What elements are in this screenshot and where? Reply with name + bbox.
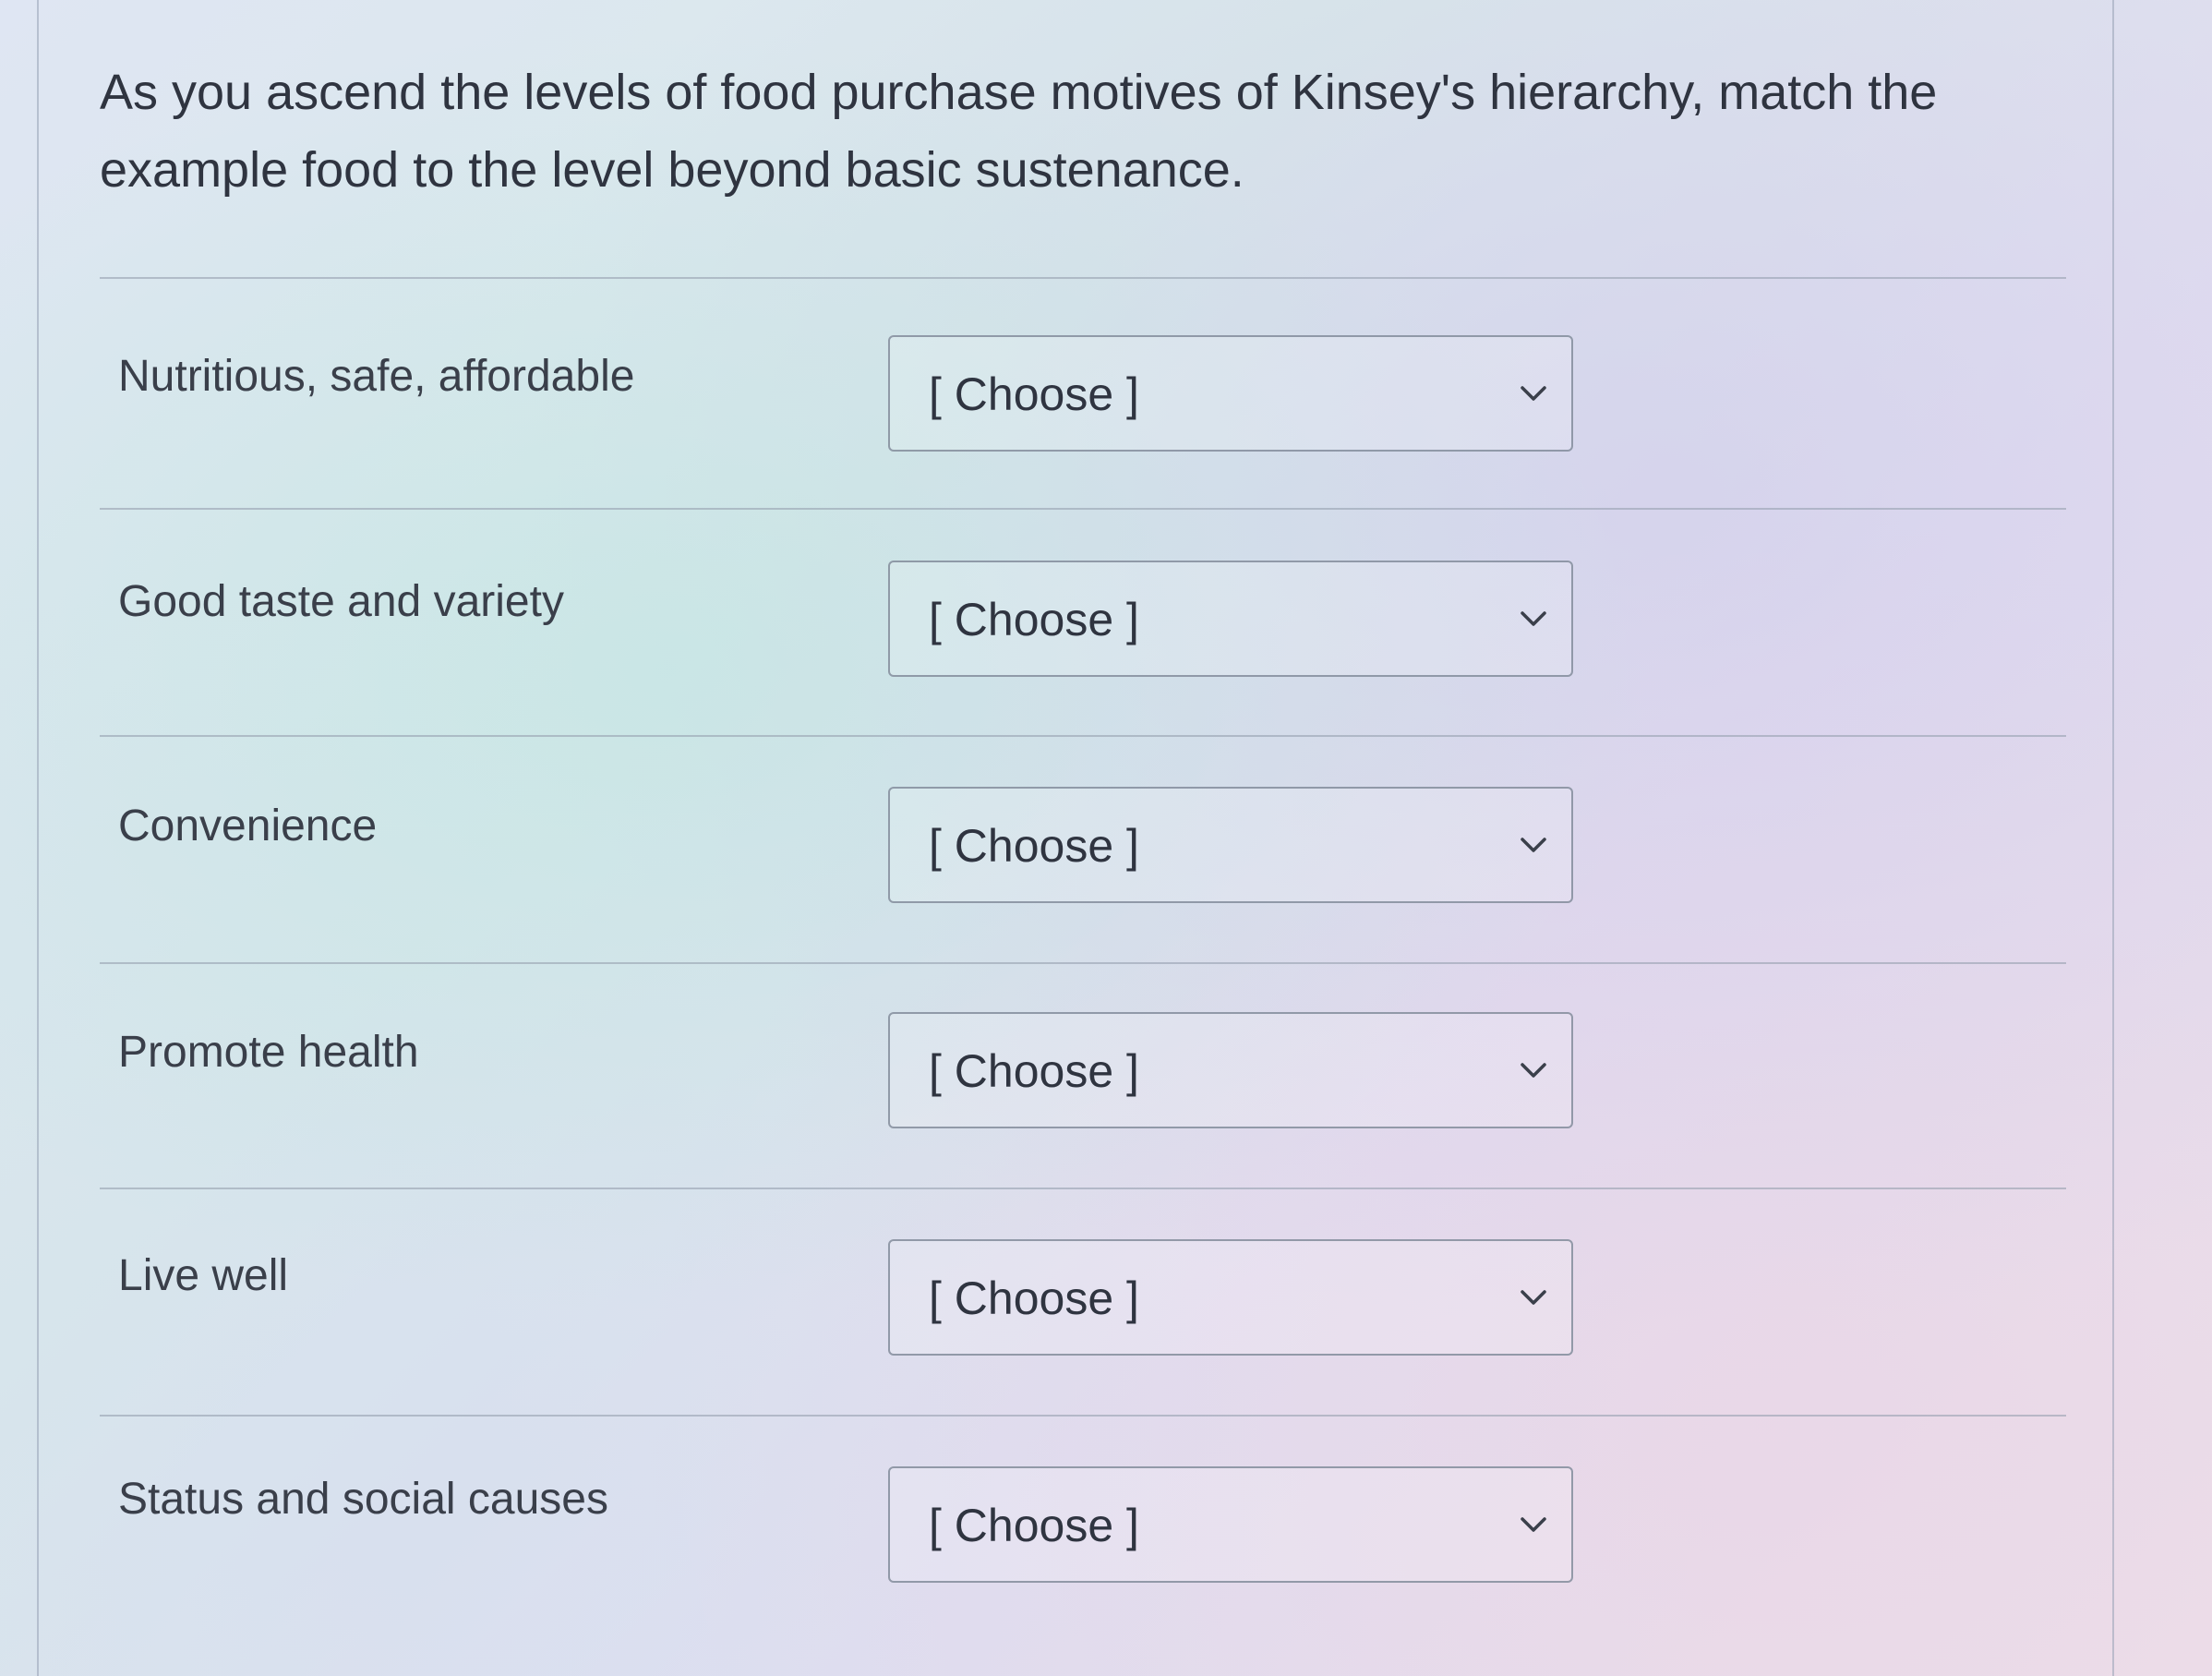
row-label-convenience: Convenience bbox=[118, 802, 378, 850]
divider bbox=[100, 1188, 2066, 1189]
row-label-status-social: Status and social causes bbox=[118, 1475, 608, 1524]
row-label-live-well: Live well bbox=[118, 1251, 289, 1300]
row-label-promote-health: Promote health bbox=[118, 1028, 419, 1077]
divider bbox=[100, 277, 2066, 279]
select-value: [ Choose ] bbox=[929, 1272, 1139, 1324]
answer-select-2[interactable]: [ Choose ] bbox=[888, 561, 1573, 677]
chevron-down-icon bbox=[1521, 838, 1546, 852]
answer-select-1[interactable]: [ Choose ] bbox=[888, 335, 1573, 452]
divider bbox=[100, 962, 2066, 964]
answer-select-6[interactable]: [ Choose ] bbox=[888, 1466, 1573, 1583]
select-value: [ Choose ] bbox=[929, 1500, 1139, 1551]
question-text: As you ascend the levels of food purchas… bbox=[100, 65, 1938, 198]
chevron-down-icon bbox=[1521, 611, 1546, 626]
question-panel: As you ascend the levels of food purchas… bbox=[37, 0, 2114, 1676]
answer-select-5[interactable]: [ Choose ] bbox=[888, 1239, 1573, 1356]
answer-select-4[interactable]: [ Choose ] bbox=[888, 1012, 1573, 1128]
chevron-down-icon bbox=[1521, 1063, 1546, 1078]
answer-select-3[interactable]: [ Choose ] bbox=[888, 787, 1573, 903]
divider bbox=[100, 1415, 2066, 1417]
select-value: [ Choose ] bbox=[929, 368, 1139, 420]
row-label-nutritious: Nutritious, safe, affordable bbox=[118, 352, 635, 401]
divider bbox=[100, 735, 2066, 737]
select-value: [ Choose ] bbox=[929, 594, 1139, 645]
select-value: [ Choose ] bbox=[929, 1045, 1139, 1097]
chevron-down-icon bbox=[1521, 1290, 1546, 1305]
chevron-down-icon bbox=[1521, 386, 1546, 401]
select-value: [ Choose ] bbox=[929, 820, 1139, 872]
chevron-down-icon bbox=[1521, 1517, 1546, 1532]
divider bbox=[100, 508, 2066, 510]
row-label-good-taste: Good taste and variety bbox=[118, 577, 564, 626]
